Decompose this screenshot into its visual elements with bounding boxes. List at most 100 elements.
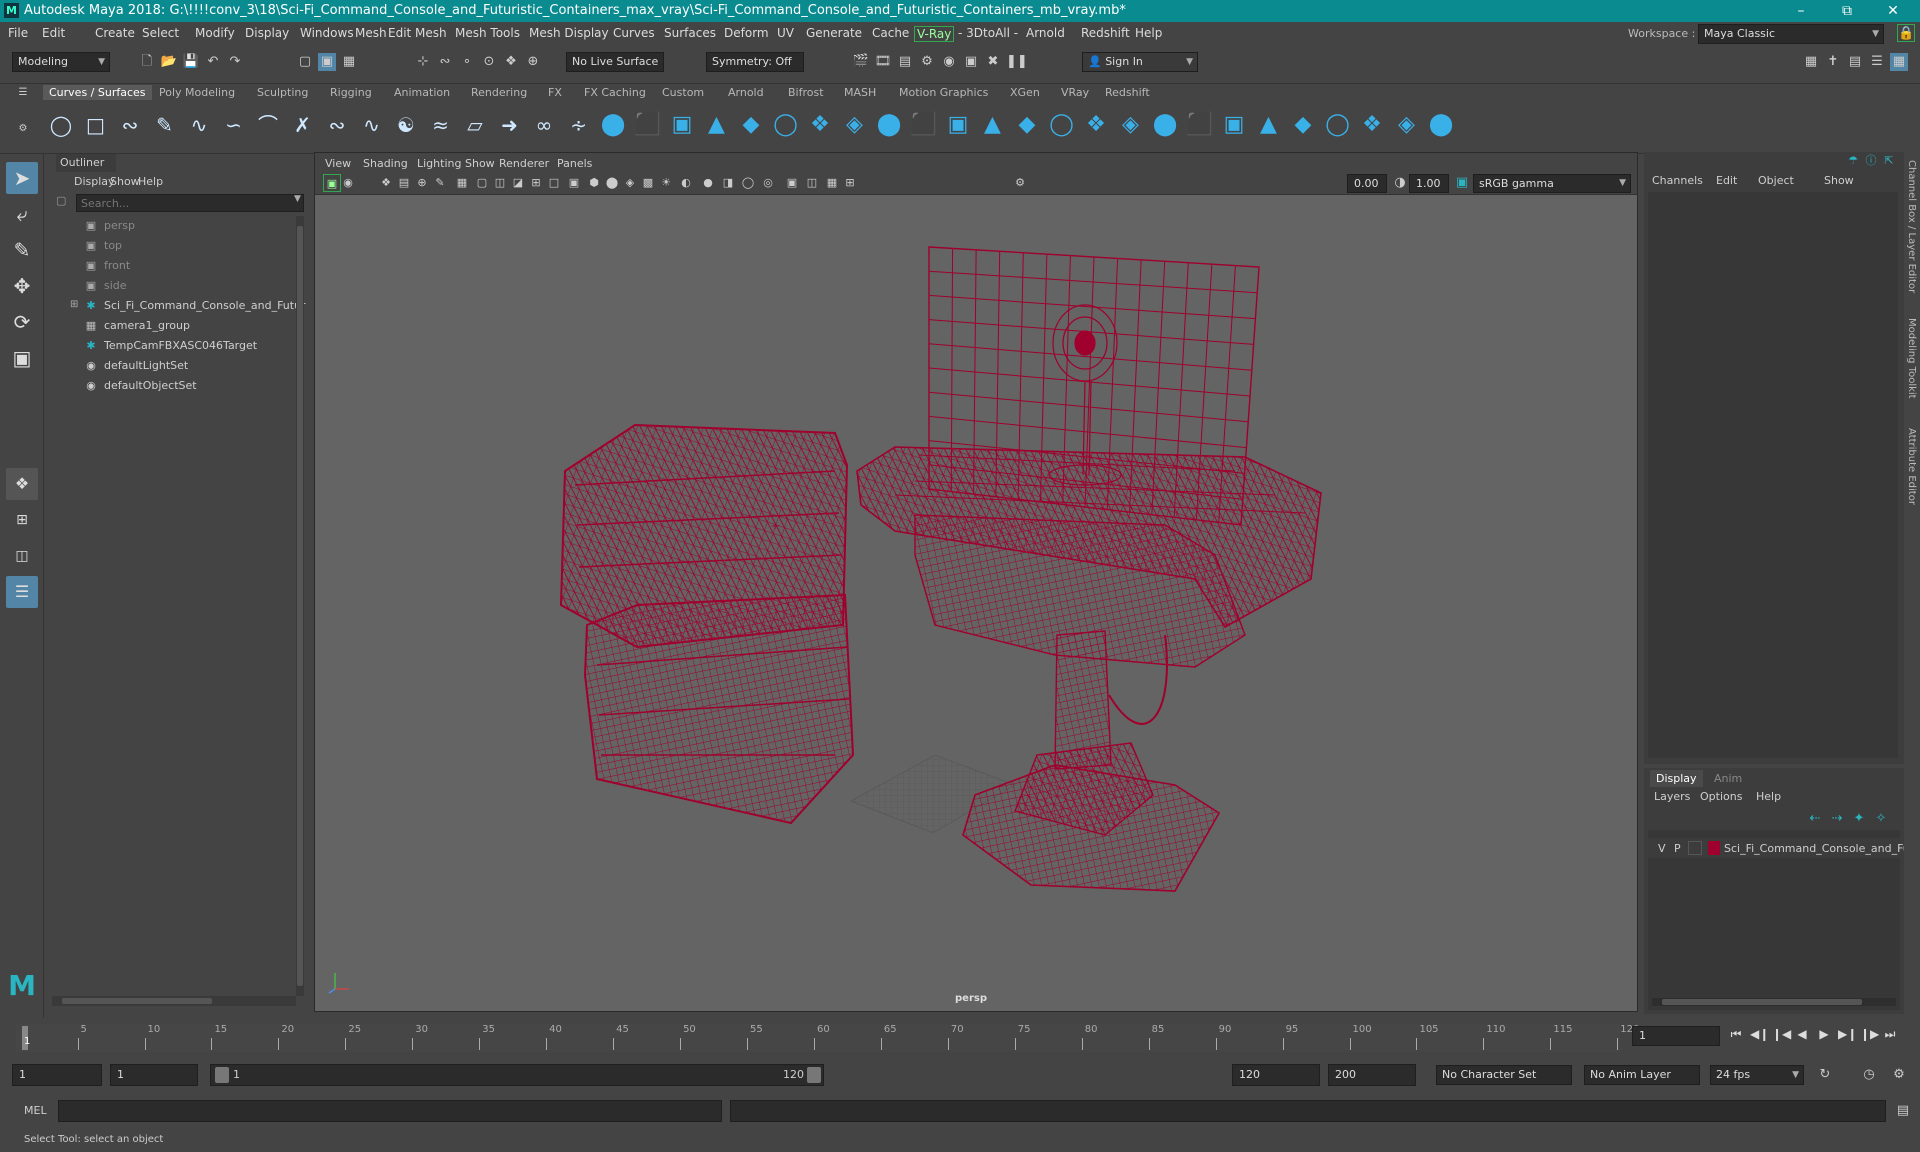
play-backwards-icon[interactable]: ◀ xyxy=(1794,1026,1810,1042)
move-layer-down-icon[interactable]: ⇢ xyxy=(1828,810,1846,828)
viewport-menu-lighting[interactable]: Lighting xyxy=(417,157,461,170)
xray-icon[interactable]: ◫ xyxy=(803,174,821,192)
shelf-tab-motion-graphics[interactable]: Motion Graphics xyxy=(893,85,994,100)
attach-curve-icon[interactable]: ∞ xyxy=(529,110,559,140)
outliner-search-input[interactable] xyxy=(76,194,304,212)
menu-curves[interactable]: Curves xyxy=(613,26,655,40)
side-tab-channel-box[interactable]: Channel Box / Layer Editor xyxy=(1906,160,1917,293)
minimize-button[interactable]: – xyxy=(1778,0,1824,22)
channel-menu-show[interactable]: Show xyxy=(1824,174,1854,187)
new-layer-selected-icon[interactable]: ✧ xyxy=(1872,810,1890,828)
bezier-curve-icon[interactable]: ∽ xyxy=(219,110,249,140)
anim-layer-dropdown[interactable]: No Anim Layer xyxy=(1584,1065,1700,1085)
search-options-icon[interactable]: ▼ xyxy=(294,194,301,204)
select-tool-icon[interactable]: ➤ xyxy=(6,162,38,194)
menu-generate[interactable]: Generate xyxy=(806,26,862,40)
outliner-item[interactable]: ▣ side xyxy=(46,276,286,296)
nurbs-circle-icon[interactable]: ◯ xyxy=(46,110,76,140)
new-scene-icon[interactable]: 🗋 xyxy=(138,53,156,71)
cylinder-icon[interactable]: ▣ xyxy=(667,110,697,140)
layer-menu-help[interactable]: Help xyxy=(1756,790,1781,803)
smooth-shade-icon[interactable]: ⬤ xyxy=(603,174,621,192)
color-space-dropdown[interactable]: sRGB gamma ▼ xyxy=(1473,174,1631,193)
menu-cache[interactable]: Cache xyxy=(872,26,909,40)
layer-tab-anim[interactable]: Anim xyxy=(1708,770,1748,787)
layer-color-swatch[interactable] xyxy=(1708,841,1720,855)
menu-v-ray[interactable]: V-Ray xyxy=(914,26,955,42)
menu-mesh-tools[interactable]: Mesh Tools xyxy=(455,26,520,40)
sign-in-dropdown[interactable]: 👤 Sign In ▼ xyxy=(1082,52,1198,72)
modeling-toolkit-icon[interactable]: ▦ xyxy=(1802,53,1820,71)
viewport-menu-view[interactable]: View xyxy=(325,157,351,170)
pencil-curve-icon[interactable]: ✎ xyxy=(150,110,180,140)
grid-toggle-icon[interactable]: ▦ xyxy=(453,174,471,192)
paint-weights-icon[interactable]: ◈ xyxy=(1392,110,1422,140)
wireframe-icon[interactable]: ⬢ xyxy=(585,174,603,192)
scale-tool-icon[interactable]: ▣ xyxy=(6,342,38,374)
shelf-tab-sculpting[interactable]: Sculpting xyxy=(251,85,314,100)
wireframe-on-shaded-icon[interactable]: ◈ xyxy=(621,174,639,192)
birail-icon[interactable]: ◆ xyxy=(1288,110,1318,140)
current-frame-field[interactable]: 1 xyxy=(1632,1026,1720,1046)
image-plane-icon[interactable]: ▤ xyxy=(395,174,413,192)
layer-visibility-toggle[interactable]: V xyxy=(1658,842,1666,855)
menu-arnold[interactable]: Arnold xyxy=(1026,26,1065,40)
outliner-vscrollbar[interactable] xyxy=(296,216,304,996)
single-pane-layout-icon[interactable]: ❖ xyxy=(6,468,38,500)
redo-icon[interactable]: ↷ xyxy=(226,53,244,71)
extend-curve-icon[interactable]: ∾ xyxy=(322,110,352,140)
layer-hscrollbar[interactable] xyxy=(1652,998,1896,1006)
shadows-icon[interactable]: ◐ xyxy=(677,174,695,192)
menu-deform[interactable]: Deform xyxy=(724,26,769,40)
rotate-tool-icon[interactable]: ⟳ xyxy=(6,306,38,338)
xray-components-icon[interactable]: ⊞ xyxy=(841,174,859,192)
shelf-settings-icon[interactable]: ⚙ xyxy=(14,120,32,138)
step-back-key-icon[interactable]: ◀❙ xyxy=(1750,1026,1769,1042)
color-management-icon[interactable]: ▣ xyxy=(1453,174,1471,192)
maximize-button[interactable]: ⧉ xyxy=(1824,0,1870,22)
two-pane-layout-icon[interactable]: ◫ xyxy=(6,540,38,572)
range-start-handle[interactable] xyxy=(215,1067,229,1083)
character-controls-icon[interactable]: ✝ xyxy=(1824,53,1842,71)
viewport-menu-renderer[interactable]: Renderer xyxy=(499,157,549,170)
use-all-lights-icon[interactable]: ☀ xyxy=(657,174,675,192)
field-chart-icon[interactable]: ⊞ xyxy=(527,174,545,192)
snap-surface-icon[interactable]: ❖ xyxy=(502,53,520,71)
outliner-item[interactable]: ⊞ ✱ Sci_Fi_Command_Console_and_Futur xyxy=(46,296,306,316)
resolution-gate-icon[interactable]: ◫ xyxy=(491,174,509,192)
safe-title-icon[interactable]: ▣ xyxy=(565,174,583,192)
torus-icon[interactable]: ◯ xyxy=(771,110,801,140)
select-hierarchy-icon[interactable]: ▢ xyxy=(296,53,314,71)
character-set-dropdown[interactable]: No Character Set xyxy=(1436,1065,1572,1085)
shelf-tab-rendering[interactable]: Rendering xyxy=(465,85,533,100)
nurbs-square-icon[interactable]: □ xyxy=(81,110,111,140)
shelf-tab-arnold[interactable]: Arnold xyxy=(722,85,770,100)
menu-3dtoall[interactable]: - 3DtoAll - xyxy=(958,26,1018,40)
channel-box-icon[interactable]: ▦ xyxy=(1890,53,1908,71)
side-tab-attribute-editor[interactable]: Attribute Editor xyxy=(1906,428,1917,505)
filter-icon[interactable]: ▢ xyxy=(56,194,72,210)
layer-tab-display[interactable]: Display xyxy=(1650,770,1703,787)
isolate-select-icon[interactable]: ▣ xyxy=(783,174,801,192)
vray-render-icon[interactable]: ▣ xyxy=(962,53,980,71)
cv-curve-icon[interactable]: ∿ xyxy=(184,110,214,140)
revolve-surface-icon[interactable]: ❖ xyxy=(805,110,835,140)
layer-menu-options[interactable]: Options xyxy=(1700,790,1742,803)
ambient-occlusion-icon[interactable]: ● xyxy=(699,174,717,192)
anti-alias-icon[interactable]: ◯ xyxy=(739,174,757,192)
bezier-insert-icon[interactable]: ∿ xyxy=(357,110,387,140)
range-end-handle[interactable] xyxy=(807,1067,821,1083)
fix-surface-icon[interactable]: ⬤ xyxy=(1426,110,1456,140)
camera-attributes-icon[interactable]: ◉ xyxy=(339,174,357,192)
play-forwards-icon[interactable]: ▶ xyxy=(1816,1026,1832,1042)
shelf-tab-fx-caching[interactable]: FX Caching xyxy=(578,85,652,100)
render-frame-icon[interactable]: 🎞 xyxy=(874,53,892,71)
snap-view-icon[interactable]: ⊙ xyxy=(480,53,498,71)
layer-playback-toggle[interactable]: P xyxy=(1674,842,1681,855)
move-tool-icon[interactable]: ✥ xyxy=(6,270,38,302)
outliner-layout-icon[interactable]: ☰ xyxy=(6,576,38,608)
open-scene-icon[interactable]: 📂 xyxy=(160,53,178,71)
lasso-tool-icon[interactable]: ⤶ xyxy=(6,198,38,230)
motion-blur-icon[interactable]: ◨ xyxy=(719,174,737,192)
menu-select[interactable]: Select xyxy=(142,26,179,40)
